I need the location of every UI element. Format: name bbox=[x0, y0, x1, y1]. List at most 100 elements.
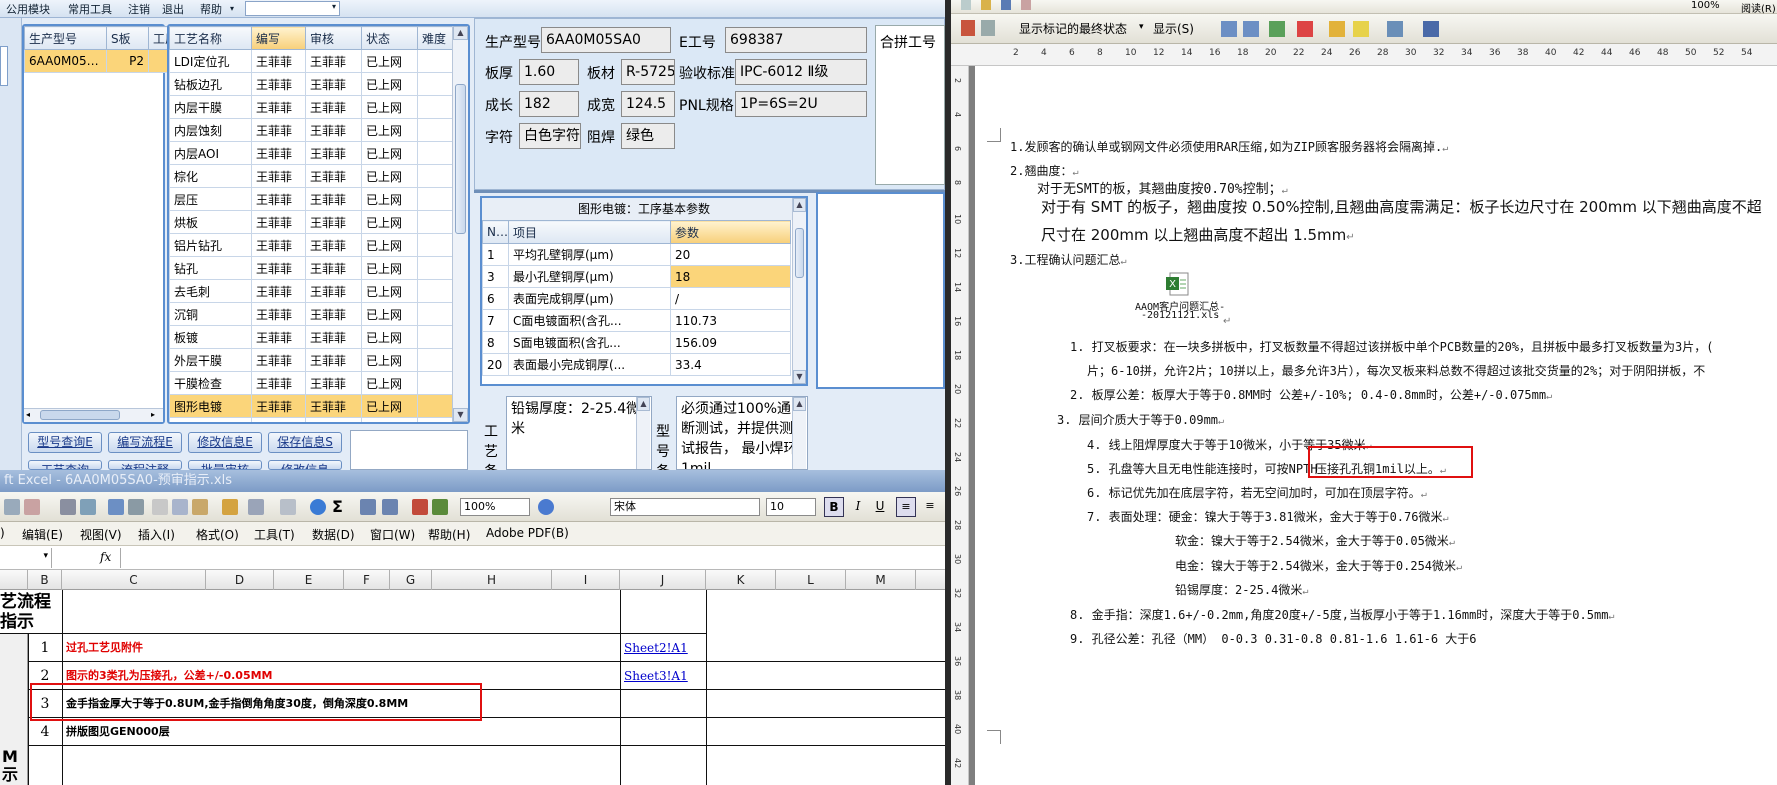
difficulty-cell[interactable] bbox=[417, 141, 454, 165]
batch-review-button[interactable]: 批量审核 bbox=[188, 460, 262, 470]
new-doc-icon[interactable] bbox=[961, 0, 971, 10]
author-cell[interactable]: 王菲菲 bbox=[251, 164, 306, 188]
difficulty-cell[interactable] bbox=[417, 279, 454, 303]
process-row[interactable]: 铝片钻孔 王菲菲 王菲菲 已上网 bbox=[169, 233, 454, 257]
process-row[interactable]: 钻孔 王菲菲 王菲菲 已上网 bbox=[169, 256, 454, 280]
status-cell[interactable]: 已上网 bbox=[361, 72, 418, 96]
reviewer-cell[interactable]: 王菲菲 bbox=[305, 348, 362, 372]
process-name-cell[interactable]: 棕化 bbox=[169, 164, 252, 188]
reviewer-cell[interactable]: 王菲菲 bbox=[305, 417, 362, 422]
sort-desc-icon[interactable] bbox=[382, 499, 398, 515]
pnl-field[interactable]: 1P=6S=2U bbox=[735, 91, 867, 117]
process-name-cell[interactable]: 烘板 bbox=[169, 210, 252, 234]
italic-button[interactable]: I bbox=[848, 497, 868, 517]
read-mode-button[interactable]: 阅读(R) bbox=[1741, 0, 1776, 15]
process-name-cell[interactable]: 内层干膜 bbox=[169, 95, 252, 119]
copy-icon[interactable] bbox=[172, 499, 188, 515]
process-row[interactable]: 内层蚀刻 王菲菲 王菲菲 已上网 bbox=[169, 118, 454, 142]
process-row[interactable]: 烘板 王菲菲 王菲菲 已上网 bbox=[169, 210, 454, 234]
scroll-down-icon[interactable]: ▼ bbox=[793, 370, 806, 384]
process-row[interactable]: 沉铜 王菲菲 王菲菲 已上网 bbox=[169, 302, 454, 326]
difficulty-cell[interactable] bbox=[417, 325, 454, 349]
scroll-up-icon[interactable]: ▲ bbox=[453, 26, 468, 40]
status-cell[interactable]: 已上网 bbox=[361, 371, 418, 395]
save-icon[interactable] bbox=[1001, 0, 1011, 10]
process-row[interactable]: 钻板边孔 王菲菲 王菲菲 已上网 bbox=[169, 72, 454, 96]
process-name-cell[interactable]: 沉铜 bbox=[169, 302, 252, 326]
param-item-cell[interactable]: S面电镀面积(含孔... bbox=[508, 331, 671, 354]
help-icon[interactable] bbox=[538, 499, 554, 515]
menu-logout[interactable]: 注销 bbox=[128, 1, 150, 17]
underline-button[interactable]: U bbox=[870, 497, 890, 517]
process-flow-header-cell[interactable]: 艺流程指示 bbox=[0, 590, 62, 634]
char-field[interactable]: 白色字符 bbox=[519, 123, 581, 149]
param-no-cell[interactable]: 1 bbox=[482, 243, 509, 266]
fx-icon[interactable]: fx bbox=[100, 550, 111, 564]
process-name-cell[interactable]: 外层蚀刻 bbox=[169, 417, 252, 422]
process-row[interactable]: 板镀 王菲菲 王菲菲 已上网 bbox=[169, 325, 454, 349]
sort-asc-icon[interactable] bbox=[360, 499, 376, 515]
reviewer-cell[interactable]: 王菲菲 bbox=[305, 256, 362, 280]
reviewer-cell[interactable]: 王菲菲 bbox=[305, 118, 362, 142]
width-field[interactable]: 124.5 bbox=[621, 91, 675, 117]
edit-info-button[interactable]: 修改信息E bbox=[188, 432, 262, 453]
process-row[interactable]: 内层干膜 王菲菲 王菲菲 已上网 bbox=[169, 95, 454, 119]
param-item-cell[interactable]: C面电镀面积(含孔... bbox=[508, 309, 671, 332]
process-name-cell[interactable]: 钻孔 bbox=[169, 256, 252, 280]
zoom-combo[interactable]: 100% bbox=[460, 498, 530, 516]
process-row[interactable]: 外层蚀刻王菲菲王菲菲已上网 bbox=[169, 417, 454, 422]
process-name-cell[interactable]: 板镀 bbox=[169, 325, 252, 349]
reviewer-cell[interactable]: 王菲菲 bbox=[305, 141, 362, 165]
reviewer-cell[interactable]: 王菲菲 bbox=[305, 210, 362, 234]
param-row[interactable]: 7 C面电镀面积(含孔... 110.73 bbox=[482, 309, 791, 332]
col-L[interactable]: L bbox=[776, 570, 846, 590]
bold-button[interactable]: B bbox=[824, 497, 844, 517]
menu-window[interactable]: 窗口(W) bbox=[370, 526, 415, 543]
col-header-author[interactable]: 编写 bbox=[251, 26, 306, 50]
menu-insert[interactable]: 插入(I) bbox=[138, 526, 175, 543]
author-cell[interactable]: 王菲菲 bbox=[251, 279, 306, 303]
menu-exit[interactable]: 退出 bbox=[162, 1, 184, 17]
author-cell[interactable]: 王菲菲 bbox=[251, 394, 306, 418]
col-B[interactable]: B bbox=[28, 570, 62, 590]
vscroll-thumb[interactable] bbox=[795, 228, 804, 278]
process-name-cell[interactable]: 铝片钻孔 bbox=[169, 233, 252, 257]
status-cell[interactable]: 已上网 bbox=[361, 302, 418, 326]
param-item-cell[interactable]: 最小孔壁铜厚(μm) bbox=[508, 265, 671, 288]
col-I[interactable]: I bbox=[552, 570, 620, 590]
scroll-left-icon[interactable]: ◂ bbox=[26, 410, 36, 421]
reviewer-cell[interactable]: 王菲菲 bbox=[305, 233, 362, 257]
status-cell[interactable]: 已上网 bbox=[361, 141, 418, 165]
standard-field[interactable]: IPC-6012 Ⅱ级 bbox=[735, 59, 867, 85]
param-value-cell[interactable]: / bbox=[670, 287, 791, 310]
difficulty-cell[interactable] bbox=[417, 72, 454, 96]
sheet-link-cell[interactable]: Sheet3!A1 bbox=[624, 662, 704, 690]
length-field[interactable]: 182 bbox=[519, 91, 579, 117]
difficulty-cell[interactable] bbox=[417, 187, 454, 211]
col-header-reviewer[interactable]: 审核 bbox=[305, 26, 362, 50]
status-cell[interactable]: 已上网 bbox=[361, 187, 418, 211]
author-cell[interactable]: 王菲菲 bbox=[251, 118, 306, 142]
autosum-icon[interactable]: Σ bbox=[332, 497, 343, 516]
menu-view[interactable]: 视图(V) bbox=[80, 526, 122, 543]
chevron-down-icon[interactable]: ▾ bbox=[1139, 22, 1144, 32]
open-icon[interactable] bbox=[981, 0, 991, 10]
attachment-name-2[interactable]: -20121121.xls bbox=[1141, 310, 1219, 321]
row-number-cell[interactable]: 4 bbox=[28, 718, 62, 746]
menu-help[interactable]: 帮助 bbox=[200, 1, 222, 17]
memo2-vscrollbar[interactable]: ▲ bbox=[792, 397, 806, 469]
author-cell[interactable]: 王菲菲 bbox=[251, 95, 306, 119]
sheet-link-cell[interactable] bbox=[624, 690, 704, 718]
help-dropdown-icon[interactable]: ▾ bbox=[230, 4, 234, 13]
process-query-button[interactable]: 工艺查询 bbox=[28, 460, 102, 470]
memo-vscrollbar[interactable]: ▲ bbox=[636, 397, 650, 469]
comment-icon[interactable] bbox=[981, 20, 995, 36]
param-no-cell[interactable]: 20 bbox=[482, 353, 509, 376]
hyperlink-icon[interactable] bbox=[310, 499, 326, 515]
vscroll-thumb[interactable] bbox=[455, 84, 466, 234]
status-cell[interactable]: 已上网 bbox=[361, 325, 418, 349]
reviewer-cell[interactable]: 王菲菲 bbox=[305, 279, 362, 303]
track-icon[interactable] bbox=[961, 20, 975, 36]
process-name-cell[interactable]: 内层AOI bbox=[169, 141, 252, 165]
process-name-cell[interactable]: 图形电镀 bbox=[169, 394, 252, 418]
